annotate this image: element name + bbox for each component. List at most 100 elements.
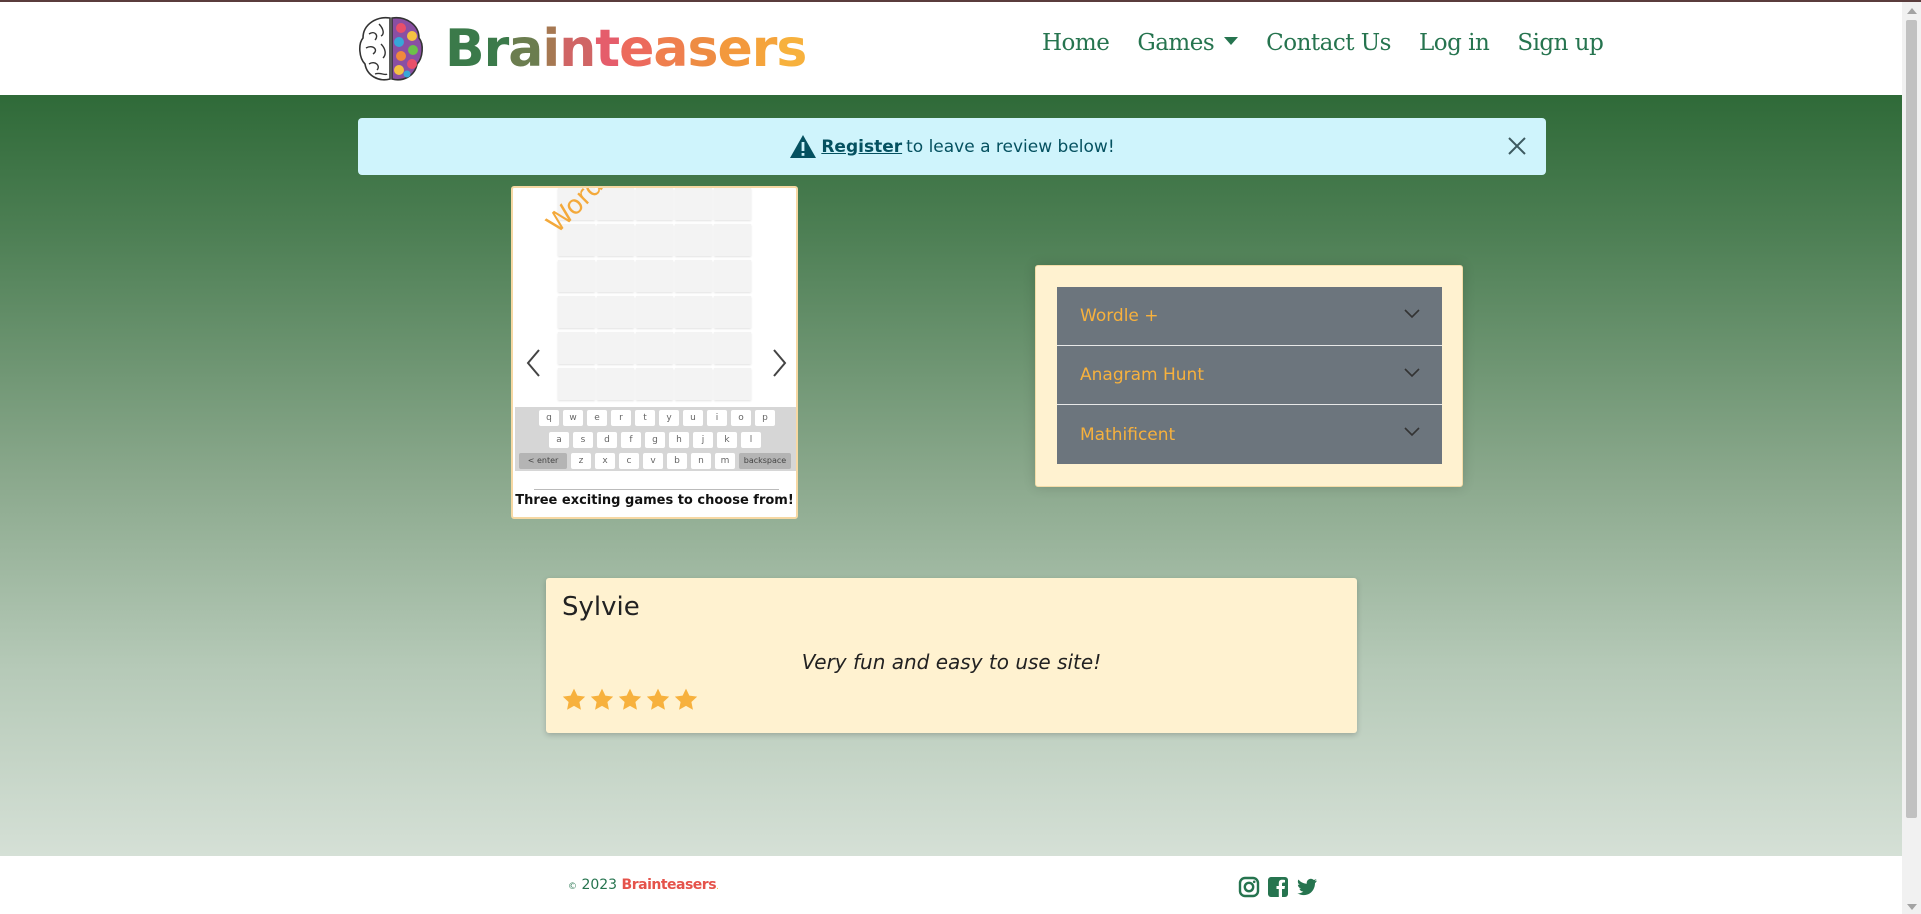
footer-brand: Brainteasers [621,877,717,893]
brand-letter: r [751,19,778,79]
keyboard-key[interactable]: a [549,431,569,448]
chevron-down-icon [1404,368,1420,378]
star-rating [561,687,699,713]
accordion-item-anagram[interactable]: Anagram Hunt [1057,346,1442,405]
facebook-icon[interactable] [1267,876,1289,898]
wordle-cell [636,296,673,328]
keyboard-key[interactable]: l [741,431,761,448]
keyboard-key[interactable]: p [755,410,775,426]
wordle-cell [714,332,751,364]
wordle-cell [636,368,673,400]
nav-games-label: Games [1137,30,1215,56]
footer: © 2023 Brainteasers. [0,856,1902,914]
brand-name: Brainteasers [445,14,807,84]
brand-letter: i [542,19,560,79]
keyboard-key[interactable]: r [611,410,631,426]
nav-home-link[interactable]: Home [1042,30,1110,56]
wordle-cell [714,296,751,328]
games-accordion: Wordle + Anagram Hunt Mathificent [1035,265,1463,487]
keyboard-key[interactable]: f [621,431,641,448]
star-icon [618,688,642,710]
logo[interactable]: Brainteasers [357,14,807,84]
accordion-label: Mathificent [1080,424,1176,445]
accordion-item-wordle[interactable]: Wordle + [1057,287,1442,346]
keyboard-key[interactable]: e [587,410,607,426]
keyboard-key[interactable]: b [667,453,687,469]
keyboard-key[interactable]: i [707,410,727,426]
wordle-cell [714,260,751,292]
register-alert: Register to leave a review below! [358,118,1546,175]
scroll-up-icon[interactable] [1907,8,1917,14]
wordle-cell [597,332,634,364]
nav-login-link[interactable]: Log in [1419,30,1490,56]
page-scrollbar[interactable] [1902,2,1921,914]
keyboard-key[interactable]: c [619,453,639,469]
keyboard-key[interactable]: < enter [519,453,567,469]
wordle-cell [558,332,595,364]
chevron-down-icon [1404,427,1420,437]
brand-letter: B [445,19,485,79]
keyboard-key[interactable]: y [659,410,679,426]
nav-games-dropdown[interactable]: Games [1137,30,1239,56]
keyboard-key[interactable]: u [683,410,703,426]
keyboard-key[interactable]: x [595,453,615,469]
keyboard-key[interactable]: m [715,453,735,469]
copyright-symbol: © [568,882,577,892]
social-links [1238,876,1318,898]
keyboard-key[interactable]: w [563,410,583,426]
nav-signup-link[interactable]: Sign up [1517,30,1604,56]
keyboard-key[interactable]: g [645,431,665,448]
keyboard-key[interactable]: q [539,410,559,426]
keyboard-key[interactable]: s [573,431,593,448]
review-card: Sylvie Very fun and easy to use site! [546,578,1357,733]
reviewer-name: Sylvie [562,592,640,622]
carousel-next-icon[interactable] [768,346,790,380]
wordle-cell [675,368,712,400]
keyboard-key[interactable]: k [717,431,737,448]
nav-contact-link[interactable]: Contact Us [1266,30,1391,56]
wordle-cell [636,224,673,256]
copyright: © 2023 Brainteasers. [568,877,719,893]
close-icon[interactable] [1506,135,1528,157]
scroll-down-icon[interactable] [1907,904,1917,910]
keyboard-key[interactable]: n [691,453,711,469]
wordle-cell [714,368,751,400]
warning-icon [790,135,817,158]
wordle-cell [675,188,712,220]
twitter-icon[interactable] [1296,876,1318,898]
brand-letter: r [483,19,510,79]
wordle-cell [558,368,595,400]
keyboard-key[interactable]: t [635,410,655,426]
wordle-cell [714,188,751,220]
keyboard-key[interactable]: backspace [739,453,791,469]
brand-letter: n [559,19,596,79]
brand-letter: e [717,19,752,79]
chevron-down-icon [1404,309,1420,319]
navbar: Brainteasers Home Games Contact Us Log i… [0,2,1902,95]
keyboard-key[interactable]: o [731,410,751,426]
wordle-cell [675,296,712,328]
star-icon [646,688,670,710]
keyboard-key[interactable]: d [597,431,617,448]
wordle-cell [558,260,595,292]
brain-logo-icon [359,16,423,81]
footer-dot: . [716,882,719,892]
wordle-cell [597,368,634,400]
wordle-cell [597,224,634,256]
carousel-caption: Three exciting games to choose from! [515,493,794,508]
keyboard-key[interactable]: j [693,431,713,448]
accordion-label: Anagram Hunt [1080,365,1204,385]
caret-down-icon [1224,37,1239,45]
keyboard-key[interactable]: z [571,453,591,469]
games-carousel: Wordle+ qwertyuiopasdfghjkl< enterzxcvbn… [511,186,798,519]
keyboard-key[interactable]: h [669,431,689,448]
accordion-item-mathificent[interactable]: Mathificent [1057,405,1442,464]
carousel-prev-icon[interactable] [523,346,545,380]
star-icon [562,688,586,710]
register-link[interactable]: Register [821,137,902,157]
scroll-thumb[interactable] [1906,20,1917,818]
keyboard-key[interactable]: v [643,453,663,469]
star-icon [590,688,614,710]
wordle-cell [675,260,712,292]
instagram-icon[interactable] [1238,876,1260,898]
